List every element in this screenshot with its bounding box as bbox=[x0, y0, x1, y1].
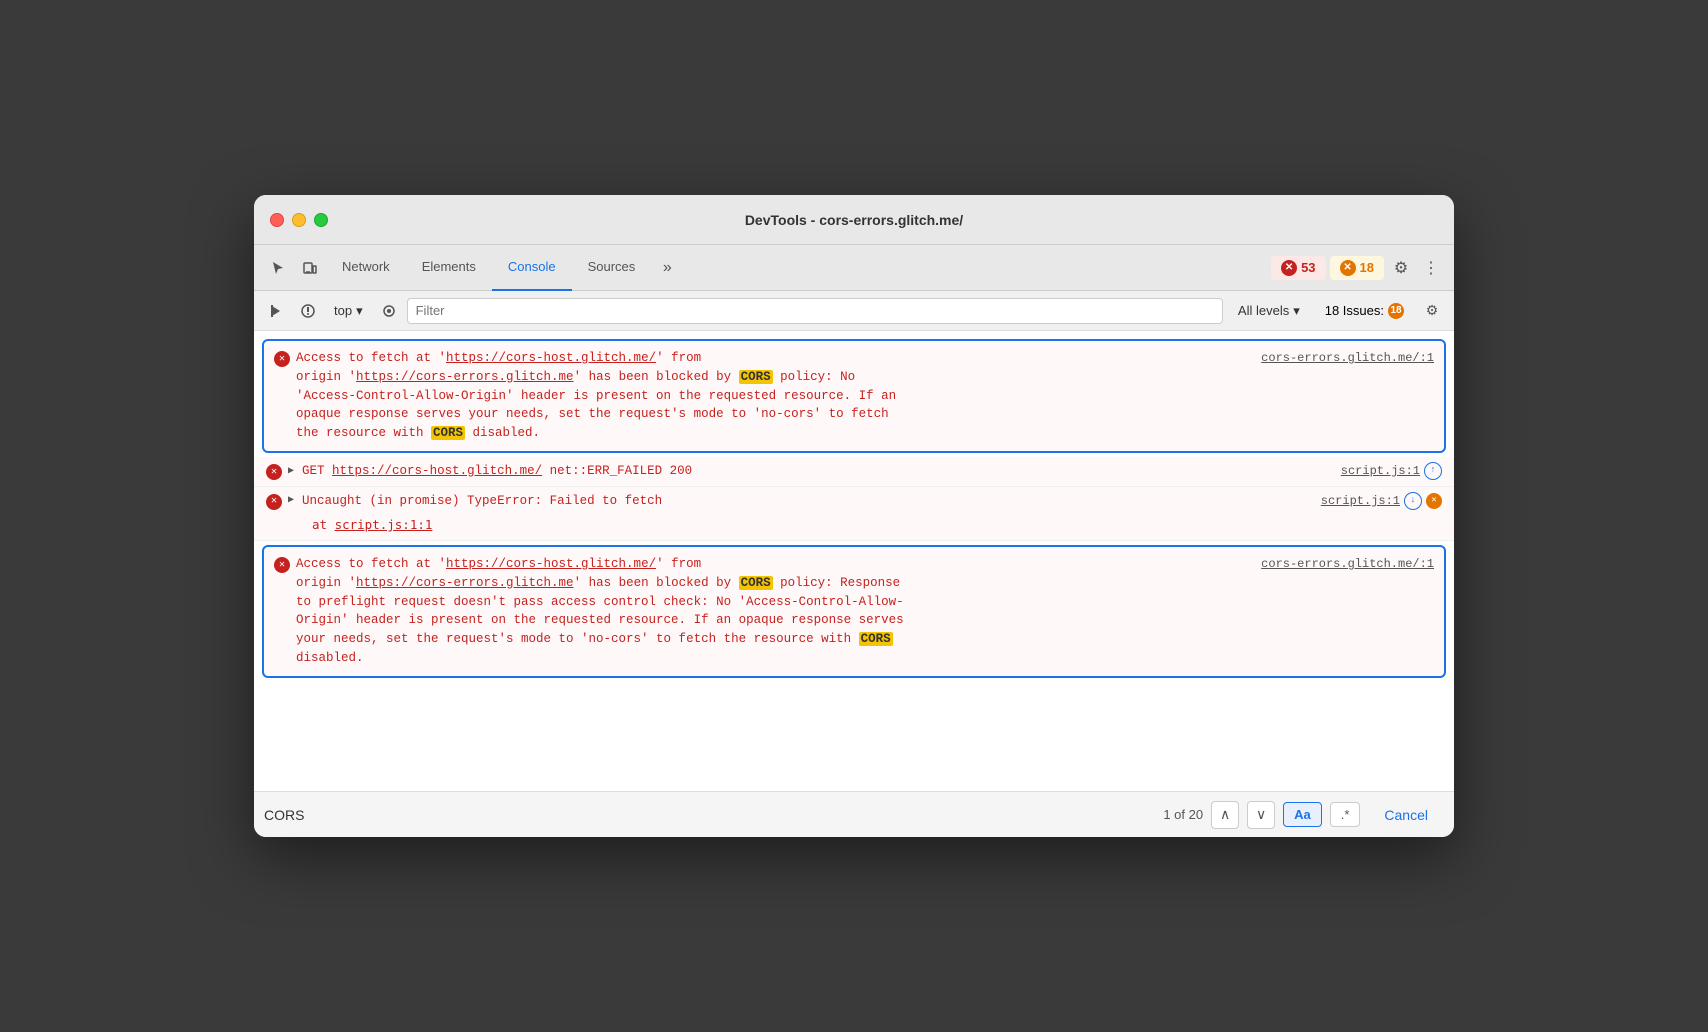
more-options-icon[interactable]: ⋮ bbox=[1416, 253, 1446, 283]
expand-arrow-2[interactable]: ▶ bbox=[288, 464, 294, 479]
log-levels-dropdown[interactable]: All levels ▾ bbox=[1227, 300, 1311, 322]
warning-badge-icon: ✕ bbox=[1340, 260, 1356, 276]
cors-highlight-1: CORS bbox=[739, 370, 773, 384]
search-input[interactable] bbox=[264, 800, 1155, 830]
devtools-window: DevTools - cors-errors.glitch.me/ Networ… bbox=[254, 195, 1454, 837]
entry-text-1: Access to fetch at 'https://cors-host.gl… bbox=[296, 349, 1434, 443]
download-icon[interactable]: ↓ bbox=[1404, 492, 1422, 510]
issues-button[interactable]: 18 Issues: 18 bbox=[1315, 301, 1414, 321]
cors-highlight-4: CORS bbox=[859, 632, 893, 646]
entry-text-4: Access to fetch at 'https://cors-host.gl… bbox=[296, 555, 1434, 668]
search-bar: 1 of 20 ∧ ∨ Aa .* Cancel bbox=[254, 791, 1454, 837]
clear-console-button[interactable] bbox=[294, 297, 322, 325]
console-entry-3: ✕ ▶ Uncaught (in promise) TypeError: Fai… bbox=[254, 487, 1454, 542]
window-title: DevTools - cors-errors.glitch.me/ bbox=[745, 212, 963, 228]
upload-icon[interactable]: ↑ bbox=[1424, 462, 1442, 480]
cors-highlight-3: CORS bbox=[739, 576, 773, 590]
filter-input[interactable] bbox=[407, 298, 1223, 324]
console-entry-2: ✕ ▶ GET https://cors-host.glitch.me/ net… bbox=[254, 457, 1454, 487]
get-url-link[interactable]: https://cors-host.glitch.me/ bbox=[332, 464, 542, 478]
dismiss-icon-3[interactable]: ✕ bbox=[1426, 493, 1442, 509]
warning-badge[interactable]: ✕ 18 bbox=[1330, 256, 1384, 280]
cors-errors-link-1[interactable]: https://cors-errors.glitch.me bbox=[356, 370, 574, 384]
cors-errors-link-4[interactable]: https://cors-errors.glitch.me bbox=[356, 576, 574, 590]
live-expression-button[interactable] bbox=[375, 297, 403, 325]
case-sensitive-button[interactable]: Aa bbox=[1283, 802, 1322, 827]
regex-button[interactable]: .* bbox=[1330, 802, 1361, 827]
console-toolbar: top ▾ All levels ▾ 18 Issues: 18 ⚙ bbox=[254, 291, 1454, 331]
device-icon[interactable] bbox=[294, 252, 326, 284]
error-icon-1: ✕ bbox=[274, 351, 290, 367]
console-settings-button[interactable]: ⚙ bbox=[1418, 297, 1446, 325]
error-icon-3: ✕ bbox=[266, 494, 282, 510]
titlebar: DevTools - cors-errors.glitch.me/ bbox=[254, 195, 1454, 245]
context-dropdown[interactable]: top ▾ bbox=[326, 301, 371, 321]
run-snippet-button[interactable] bbox=[262, 297, 290, 325]
cors-host-link-1[interactable]: https://cors-host.glitch.me/ bbox=[446, 351, 656, 365]
cors-host-link-4[interactable]: https://cors-host.glitch.me/ bbox=[446, 557, 656, 571]
console-entry-1: ✕ Access to fetch at 'https://cors-host.… bbox=[262, 339, 1446, 453]
tab-bar: Network Elements Console Sources » ✕ 53 … bbox=[254, 245, 1454, 291]
cursor-icon[interactable] bbox=[262, 252, 294, 284]
expand-arrow-3[interactable]: ▶ bbox=[288, 493, 294, 508]
source-link-3[interactable]: script.js:1 bbox=[1321, 492, 1400, 510]
search-next-button[interactable]: ∨ bbox=[1247, 801, 1275, 829]
tab-console[interactable]: Console bbox=[492, 245, 572, 291]
entry-source-area-2: script.js:1 ↑ bbox=[1333, 462, 1442, 480]
error-badge[interactable]: ✕ 53 bbox=[1271, 256, 1325, 280]
more-tabs-icon[interactable]: » bbox=[651, 252, 683, 284]
tab-sources[interactable]: Sources bbox=[572, 245, 652, 291]
cors-highlight-2: CORS bbox=[431, 426, 465, 440]
error-icon-4: ✕ bbox=[274, 557, 290, 573]
source-link-4[interactable]: cors-errors.glitch.me/:1 bbox=[1261, 555, 1434, 573]
source-link-2[interactable]: script.js:1 bbox=[1341, 462, 1420, 480]
error-badge-icon: ✕ bbox=[1281, 260, 1297, 276]
tab-elements[interactable]: Elements bbox=[406, 245, 492, 291]
settings-icon[interactable]: ⚙ bbox=[1386, 253, 1416, 283]
tab-network[interactable]: Network bbox=[326, 245, 406, 291]
search-count: 1 of 20 bbox=[1163, 807, 1203, 822]
search-cancel-button[interactable]: Cancel bbox=[1368, 803, 1444, 827]
traffic-lights bbox=[270, 213, 328, 227]
entry-text-2: GET https://cors-host.glitch.me/ net::ER… bbox=[302, 462, 1327, 481]
entry-source-area-3: script.js:1 ↓ ✕ bbox=[1313, 492, 1442, 510]
issues-count-badge: 18 bbox=[1388, 303, 1404, 319]
maximize-button[interactable] bbox=[314, 213, 328, 227]
sub-link-3[interactable]: script.js:1:1 bbox=[335, 517, 433, 532]
source-link-1[interactable]: cors-errors.glitch.me/:1 bbox=[1261, 349, 1434, 367]
error-icon-2: ✕ bbox=[266, 464, 282, 480]
entry-text-3: Uncaught (in promise) TypeError: Failed … bbox=[302, 492, 1307, 511]
minimize-button[interactable] bbox=[292, 213, 306, 227]
close-button[interactable] bbox=[270, 213, 284, 227]
search-prev-button[interactable]: ∧ bbox=[1211, 801, 1239, 829]
sub-entry-text-3: at script.js:1:1 bbox=[312, 516, 432, 535]
console-entry-4: ✕ Access to fetch at 'https://cors-host.… bbox=[262, 545, 1446, 678]
console-content: ✕ Access to fetch at 'https://cors-host.… bbox=[254, 331, 1454, 791]
